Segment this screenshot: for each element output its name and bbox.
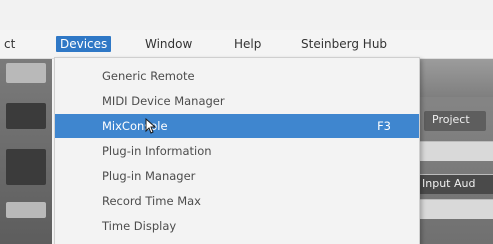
project-field[interactable]: Project: [424, 111, 486, 131]
menu-item-label: Plug-in Information: [102, 144, 212, 158]
devices-dropdown-menu: Generic Remote MIDI Device Manager MixCo…: [54, 57, 420, 244]
right-toolbar: [414, 59, 493, 97]
left-control: [6, 63, 46, 83]
app-window: ct Devices Window Help Steinberg Hub Pro…: [0, 0, 493, 244]
menu-steinberg-hub[interactable]: Steinberg Hub: [297, 36, 391, 52]
input-audio-label: Input Aud: [422, 177, 476, 190]
menu-bar: ct Devices Window Help Steinberg Hub: [0, 30, 493, 59]
menu-item-label: Time Display: [102, 219, 177, 233]
right-row: [414, 141, 493, 161]
menu-item-label: Record Time Max: [102, 194, 201, 208]
menu-item-midi-device-manager[interactable]: MIDI Device Manager: [55, 89, 419, 113]
menu-devices[interactable]: Devices: [56, 36, 112, 52]
project-label: Project: [432, 113, 470, 126]
menu-item-label: Plug-in Manager: [102, 169, 196, 183]
right-panel: Project Input Aud: [414, 59, 493, 244]
left-control: [6, 103, 46, 129]
menu-item-time-display[interactable]: Time Display: [55, 214, 419, 238]
left-control: [6, 202, 46, 218]
menu-help[interactable]: Help: [230, 36, 265, 52]
menu-item-record-time-max[interactable]: Record Time Max: [55, 189, 419, 213]
menu-item-plugin-information[interactable]: Plug-in Information: [55, 139, 419, 163]
menu-project-partial[interactable]: ct: [0, 36, 19, 52]
menu-item-label: MixConsole: [102, 119, 168, 133]
menu-item-shortcut: F3: [377, 119, 391, 133]
menu-item-generic-remote[interactable]: Generic Remote: [55, 64, 419, 88]
pointer-cursor-icon: [145, 118, 157, 134]
menu-item-label: Generic Remote: [102, 69, 195, 83]
left-panel: [0, 59, 52, 244]
menu-item-mixconsole[interactable]: MixConsole F3: [55, 114, 419, 138]
left-control: [6, 149, 46, 185]
menu-window[interactable]: Window: [141, 36, 196, 52]
menu-item-label: MIDI Device Manager: [102, 94, 225, 108]
menu-item-plugin-manager[interactable]: Plug-in Manager: [55, 164, 419, 188]
right-row: [414, 199, 493, 219]
input-audio-row[interactable]: Input Aud: [414, 174, 493, 194]
